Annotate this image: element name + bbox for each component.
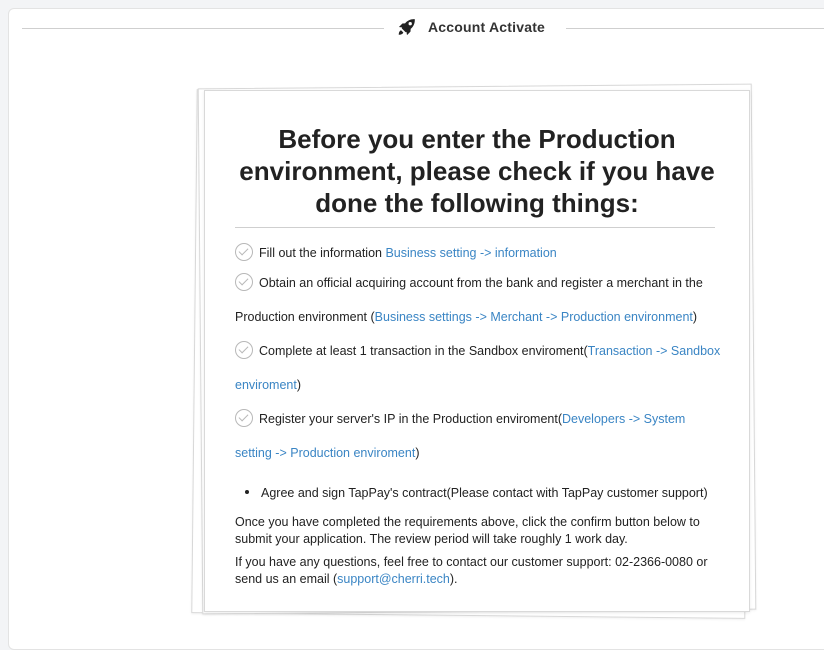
check-circle-icon: [235, 243, 253, 261]
requirement-text: Complete at least 1 transaction in the S…: [259, 344, 588, 358]
requirement-item: Obtain an official acquiring account fro…: [235, 266, 725, 334]
bullet-icon: [245, 490, 249, 494]
requirements-list: Fill out the information Business settin…: [235, 240, 725, 470]
check-circle-icon: [235, 409, 253, 427]
section-title: Account Activate: [428, 19, 546, 35]
business-setting-information-link[interactable]: Business setting -> information: [385, 246, 556, 260]
contact-text: If you have any questions, feel free to …: [235, 555, 708, 586]
requirement-text: Register your server's IP in the Product…: [259, 412, 562, 426]
check-circle-icon: [235, 341, 253, 359]
support-email-link[interactable]: support@cherri.tech: [337, 572, 450, 586]
card-title: Before you enter the Production environm…: [239, 124, 715, 218]
requirement-suffix: ): [415, 446, 420, 460]
requirement-suffix: ): [692, 310, 698, 324]
section-header: Account Activate: [396, 16, 545, 38]
requirement-suffix: ): [296, 378, 302, 392]
requirement-item: Register your server's IP in the Product…: [235, 402, 725, 470]
requirement-item: Fill out the information Business settin…: [235, 240, 725, 266]
requirement-item: Complete at least 1 transaction in the S…: [235, 334, 725, 402]
check-circle-icon: [235, 273, 253, 291]
merchant-production-link[interactable]: Business settings -> Merchant -> Product…: [375, 310, 693, 324]
requirement-text: Fill out the information: [259, 246, 386, 260]
header-divider-left: [22, 28, 384, 29]
submission-note: Once you have completed the requirements…: [235, 515, 700, 546]
header-divider-right: [566, 28, 824, 29]
contract-bullet: Agree and sign TapPay's contract(Please …: [245, 484, 749, 502]
title-divider: [235, 227, 715, 228]
contact-suffix: ).: [449, 572, 458, 586]
contract-text: Agree and sign TapPay's contract(Please …: [261, 486, 708, 500]
rocket-icon: [398, 19, 415, 36]
checklist-card: Before you enter the Production environm…: [204, 90, 750, 612]
contact-note: If you have any questions, feel free to …: [235, 554, 725, 588]
